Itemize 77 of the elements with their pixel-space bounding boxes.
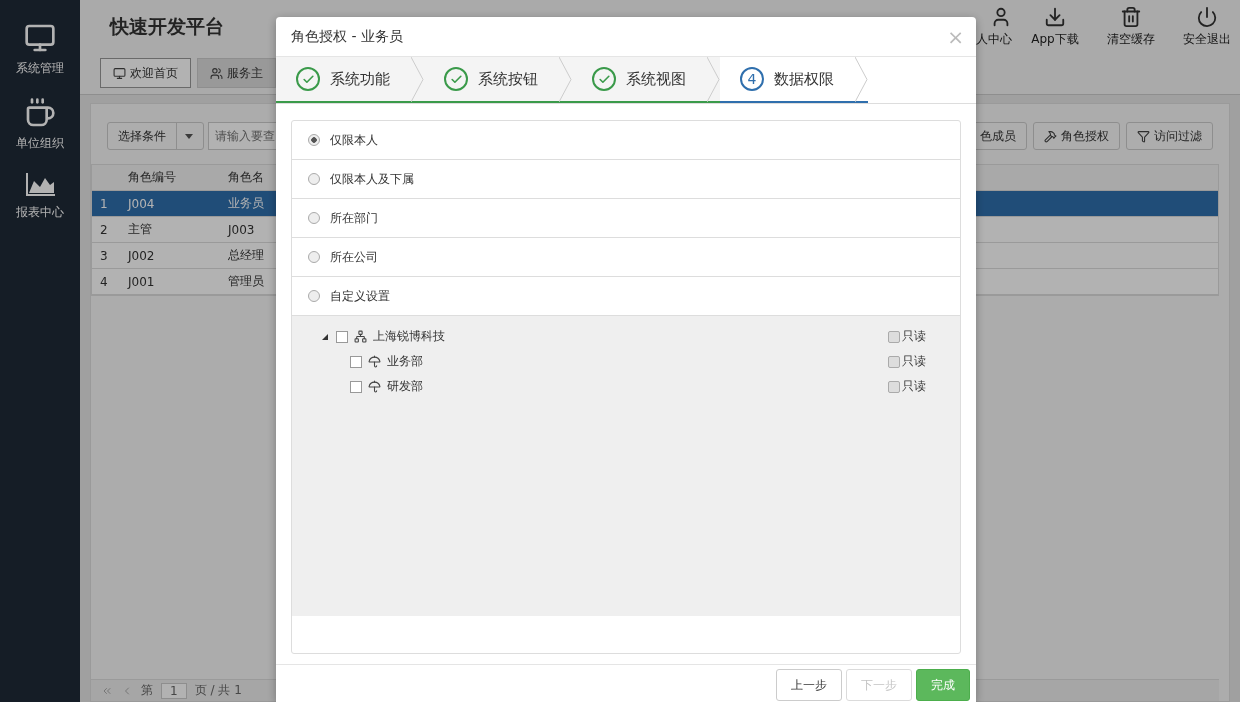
table-cell: 业务员 (228, 195, 264, 212)
header-action[interactable]: 人中心 (976, 31, 1012, 48)
option-label[interactable]: 所在部门 (330, 209, 378, 227)
footer-button[interactable]: 上一步 (776, 669, 842, 701)
page-prefix: 第 (141, 682, 153, 699)
table-cell: J001 (128, 274, 155, 289)
row-number: 3 (100, 248, 108, 263)
option-label[interactable]: 仅限本人 (330, 131, 378, 149)
readonly-label: 只读 (902, 378, 926, 395)
radio-button[interactable] (308, 134, 320, 146)
check-circle-icon (444, 67, 468, 91)
table-cell: J004 (128, 196, 155, 211)
table-cell: 主管 (128, 221, 152, 238)
column-header: 角色名 (228, 169, 264, 186)
caret-icon (185, 133, 193, 139)
wizard-step[interactable]: 系统按钮 (424, 57, 572, 103)
radio-button[interactable] (308, 290, 320, 302)
toolbar-button[interactable]: 访问过滤 (1126, 122, 1213, 150)
radio-button[interactable] (308, 173, 320, 185)
monitor-icon (113, 66, 126, 80)
header-action[interactable]: 清空缓存 (1107, 31, 1155, 48)
check-circle-icon (592, 67, 616, 91)
filter-icon (1137, 129, 1150, 143)
table-cell: J002 (128, 248, 155, 263)
tree-node-label[interactable]: 业务部 (387, 353, 423, 370)
checkbox[interactable] (350, 355, 362, 368)
dialog-title: 角色授权 - 业务员 (291, 27, 403, 46)
checkbox[interactable] (336, 330, 348, 343)
table-cell: J003 (228, 222, 255, 237)
page-field[interactable]: 1 (161, 682, 187, 699)
wizard-step[interactable]: 系统视图 (572, 57, 720, 103)
hierarchy-icon (354, 330, 367, 343)
readonly-label: 只读 (902, 353, 926, 370)
umbrella-icon (368, 355, 381, 368)
readonly-label: 只读 (902, 328, 926, 345)
header-action[interactable]: App下载 (1031, 31, 1079, 48)
tab[interactable]: 服务主 (197, 58, 276, 88)
app-title: 快速开发平台 (110, 14, 224, 39)
download-icon (1044, 6, 1066, 28)
cup-icon (24, 97, 56, 129)
power-icon (1196, 6, 1218, 28)
readonly-checkbox[interactable] (888, 330, 900, 343)
sidebar-item[interactable]: 报表中心 (16, 204, 64, 221)
sidebar-item[interactable]: 系统管理 (16, 60, 64, 77)
checkbox[interactable] (350, 380, 362, 393)
condition-dropdown[interactable]: 选择条件 (107, 122, 204, 150)
users-icon (210, 66, 223, 80)
hammer-icon (1044, 129, 1057, 143)
table-cell: 管理员 (228, 273, 264, 290)
table-cell: 总经理 (228, 247, 264, 264)
option-label[interactable]: 自定义设置 (330, 287, 390, 305)
readonly-checkbox[interactable] (888, 380, 900, 393)
sidebar-item[interactable]: 单位组织 (16, 135, 64, 152)
toolbar-button[interactable]: 角色授权 (1033, 122, 1120, 150)
radio-button[interactable] (308, 251, 320, 263)
option-label[interactable]: 所在公司 (330, 248, 378, 266)
check-circle-icon (296, 67, 320, 91)
header-action[interactable]: 安全退出 (1183, 31, 1231, 48)
tree-node-label[interactable]: 上海锐博科技 (373, 328, 445, 345)
wizard-step[interactable]: 系统功能 (276, 57, 424, 103)
row-number: 4 (100, 274, 108, 289)
readonly-checkbox[interactable] (888, 355, 900, 368)
step-number: 4 (740, 67, 764, 91)
umbrella-icon (368, 380, 381, 393)
radio-button[interactable] (308, 212, 320, 224)
tab[interactable]: 欢迎首页 (100, 58, 191, 88)
wizard-step[interactable]: 4 数据权限 (720, 57, 868, 103)
area-chart-icon (24, 172, 56, 198)
row-number: 1 (100, 196, 108, 211)
monitor-icon (24, 22, 56, 54)
page-suffix: 页 / 共 1 (194, 682, 242, 699)
tree-node-label[interactable]: 研发部 (387, 378, 423, 395)
row-number: 2 (100, 222, 108, 237)
trash-icon (1120, 6, 1142, 28)
option-label[interactable]: 仅限本人及下属 (330, 170, 414, 188)
column-header: 角色编号 (128, 169, 176, 186)
expanded-icon[interactable] (322, 333, 328, 340)
